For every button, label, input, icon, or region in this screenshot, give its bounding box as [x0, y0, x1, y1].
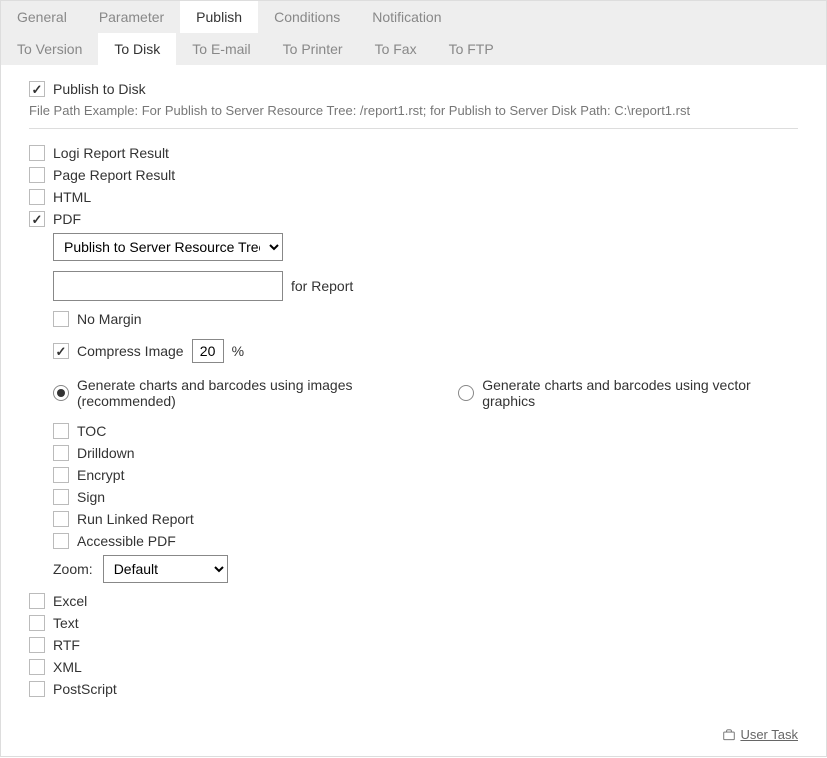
user-task-label: User Task — [740, 727, 798, 742]
sign-label: Sign — [77, 489, 105, 505]
drilldown-label: Drilldown — [77, 445, 135, 461]
postscript-checkbox[interactable] — [29, 681, 45, 697]
drilldown-checkbox[interactable] — [53, 445, 69, 461]
encrypt-label: Encrypt — [77, 467, 124, 483]
logi-report-result-label: Logi Report Result — [53, 145, 169, 161]
charts-images-label: Generate charts and barcodes using image… — [77, 377, 444, 409]
xml-checkbox[interactable] — [29, 659, 45, 675]
compress-image-input[interactable] — [192, 339, 224, 363]
excel-checkbox[interactable] — [29, 593, 45, 609]
tab-general[interactable]: General — [1, 1, 83, 33]
tab-to-printer[interactable]: To Printer — [267, 33, 359, 65]
pdf-report-path-input[interactable] — [53, 271, 283, 301]
page-report-result-label: Page Report Result — [53, 167, 175, 183]
sub-tabs: To Version To Disk To E-mail To Printer … — [1, 33, 826, 65]
tab-publish[interactable]: Publish — [180, 1, 258, 33]
toc-label: TOC — [77, 423, 106, 439]
percent-label: % — [232, 343, 244, 359]
user-task-icon — [722, 728, 736, 742]
logi-report-result-checkbox[interactable] — [29, 145, 45, 161]
charts-vector-label: Generate charts and barcodes using vecto… — [482, 377, 798, 409]
no-margin-label: No Margin — [77, 311, 142, 327]
main-tabs: General Parameter Publish Conditions Not… — [1, 1, 826, 33]
publish-to-disk-panel: Publish to Disk File Path Example: For P… — [1, 65, 826, 758]
publish-to-disk-label: Publish to Disk — [53, 81, 146, 97]
pdf-destination-select[interactable]: Publish to Server Resource Tree — [53, 233, 283, 261]
pdf-checkbox[interactable] — [29, 211, 45, 227]
xml-label: XML — [53, 659, 82, 675]
text-checkbox[interactable] — [29, 615, 45, 631]
run-linked-checkbox[interactable] — [53, 511, 69, 527]
postscript-label: PostScript — [53, 681, 117, 697]
tab-to-fax[interactable]: To Fax — [359, 33, 433, 65]
tab-notification[interactable]: Notification — [356, 1, 457, 33]
file-path-example: File Path Example: For Publish to Server… — [29, 103, 798, 118]
toc-checkbox[interactable] — [53, 423, 69, 439]
tab-to-version[interactable]: To Version — [1, 33, 98, 65]
tab-to-disk[interactable]: To Disk — [98, 33, 176, 65]
tab-conditions[interactable]: Conditions — [258, 1, 356, 33]
tab-to-ftp[interactable]: To FTP — [433, 33, 510, 65]
html-label: HTML — [53, 189, 91, 205]
sign-checkbox[interactable] — [53, 489, 69, 505]
excel-label: Excel — [53, 593, 87, 609]
zoom-label: Zoom: — [53, 561, 93, 577]
pdf-label: PDF — [53, 211, 81, 227]
text-label: Text — [53, 615, 79, 631]
divider — [29, 128, 798, 129]
no-margin-checkbox[interactable] — [53, 311, 69, 327]
user-task-link[interactable]: User Task — [722, 727, 798, 742]
rtf-label: RTF — [53, 637, 80, 653]
charts-images-radio[interactable] — [53, 385, 69, 401]
rtf-checkbox[interactable] — [29, 637, 45, 653]
accessible-pdf-label: Accessible PDF — [77, 533, 176, 549]
publish-to-disk-checkbox[interactable] — [29, 81, 45, 97]
page-report-result-checkbox[interactable] — [29, 167, 45, 183]
zoom-select[interactable]: Default — [103, 555, 228, 583]
html-checkbox[interactable] — [29, 189, 45, 205]
for-report-label: for Report — [291, 278, 353, 294]
compress-image-checkbox[interactable] — [53, 343, 69, 359]
run-linked-label: Run Linked Report — [77, 511, 194, 527]
tab-parameter[interactable]: Parameter — [83, 1, 180, 33]
accessible-pdf-checkbox[interactable] — [53, 533, 69, 549]
compress-image-label: Compress Image — [77, 343, 184, 359]
tab-to-email[interactable]: To E-mail — [176, 33, 266, 65]
charts-vector-radio[interactable] — [458, 385, 474, 401]
encrypt-checkbox[interactable] — [53, 467, 69, 483]
